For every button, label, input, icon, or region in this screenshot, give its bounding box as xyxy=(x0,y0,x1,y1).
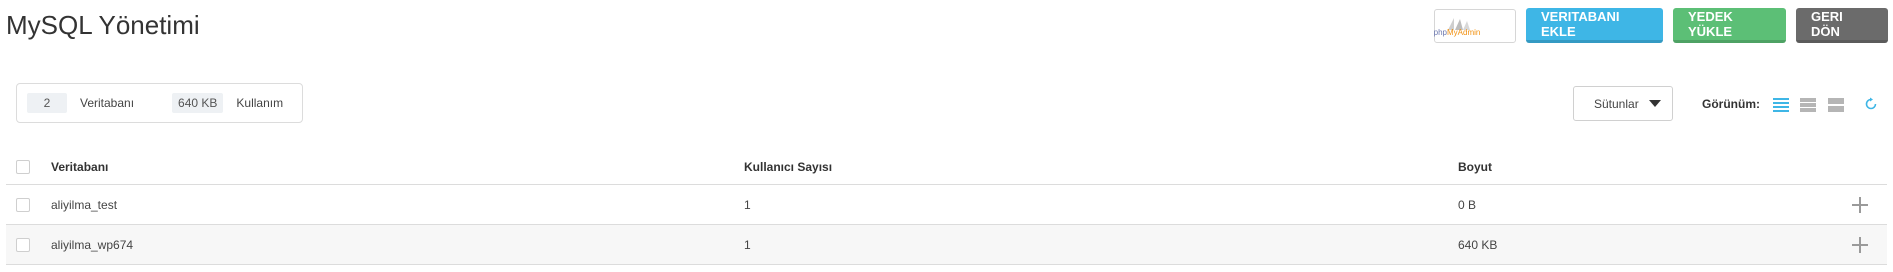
caret-down-icon xyxy=(1648,100,1661,107)
back-button[interactable]: GERI DÖN xyxy=(1796,8,1888,43)
usage-badge: 640 KB xyxy=(172,93,224,113)
table-row[interactable]: aliyilma_test 1 0 B xyxy=(6,185,1887,225)
grid-view-icon[interactable] xyxy=(1828,97,1844,113)
top-actions: phpMyAdmin VERITABANI EKLE YEDEK YÜKLE G… xyxy=(1434,8,1888,43)
row-checkbox[interactable] xyxy=(16,197,30,212)
plus-icon[interactable] xyxy=(1852,236,1868,253)
add-database-button[interactable]: VERITABANI EKLE xyxy=(1526,8,1663,43)
db-size: 0 B xyxy=(1458,197,1477,212)
phpmyadmin-button[interactable]: phpMyAdmin xyxy=(1434,8,1516,43)
db-user-count: 1 xyxy=(744,197,751,212)
usage-label: Kullanım xyxy=(236,96,284,110)
header-database[interactable]: Veritabanı xyxy=(51,160,108,174)
row-checkbox[interactable] xyxy=(16,237,30,252)
db-count-badge: 2 xyxy=(27,93,67,113)
table-header: Veritabanı Kullanıcı Sayısı Boyut xyxy=(6,149,1887,185)
compact-view-icon[interactable] xyxy=(1800,97,1816,113)
logo-myadmin-text: MyAdmin xyxy=(1447,27,1481,37)
view-label: Görünüm: xyxy=(1702,97,1760,111)
columns-dropdown[interactable]: Sütunlar xyxy=(1573,86,1673,121)
db-size: 640 KB xyxy=(1458,237,1498,252)
phpmyadmin-logo-icon: phpMyAdmin xyxy=(1430,16,1521,37)
stats-summary: 2 Veritabanı 640 KB Kullanım xyxy=(16,83,303,123)
select-all-checkbox[interactable] xyxy=(16,159,30,174)
header-size[interactable]: Boyut xyxy=(1458,160,1492,174)
page-title: MySQL Yönetimi xyxy=(6,10,200,40)
db-name: aliyilma_test xyxy=(51,197,118,212)
refresh-icon[interactable] xyxy=(1864,97,1878,111)
plus-icon[interactable] xyxy=(1852,196,1868,213)
db-name: aliyilma_wp674 xyxy=(51,237,134,252)
db-count-label: Veritabanı xyxy=(80,96,135,110)
logo-php-text: php xyxy=(1433,27,1448,37)
db-user-count: 1 xyxy=(744,237,751,252)
table-row[interactable]: aliyilma_wp674 1 640 KB xyxy=(6,225,1887,265)
upload-backup-button[interactable]: YEDEK YÜKLE xyxy=(1673,8,1786,43)
columns-label: Sütunlar xyxy=(1594,96,1639,111)
header-user-count[interactable]: Kullanıcı Sayısı xyxy=(744,160,832,174)
list-view-icon[interactable] xyxy=(1773,97,1789,113)
